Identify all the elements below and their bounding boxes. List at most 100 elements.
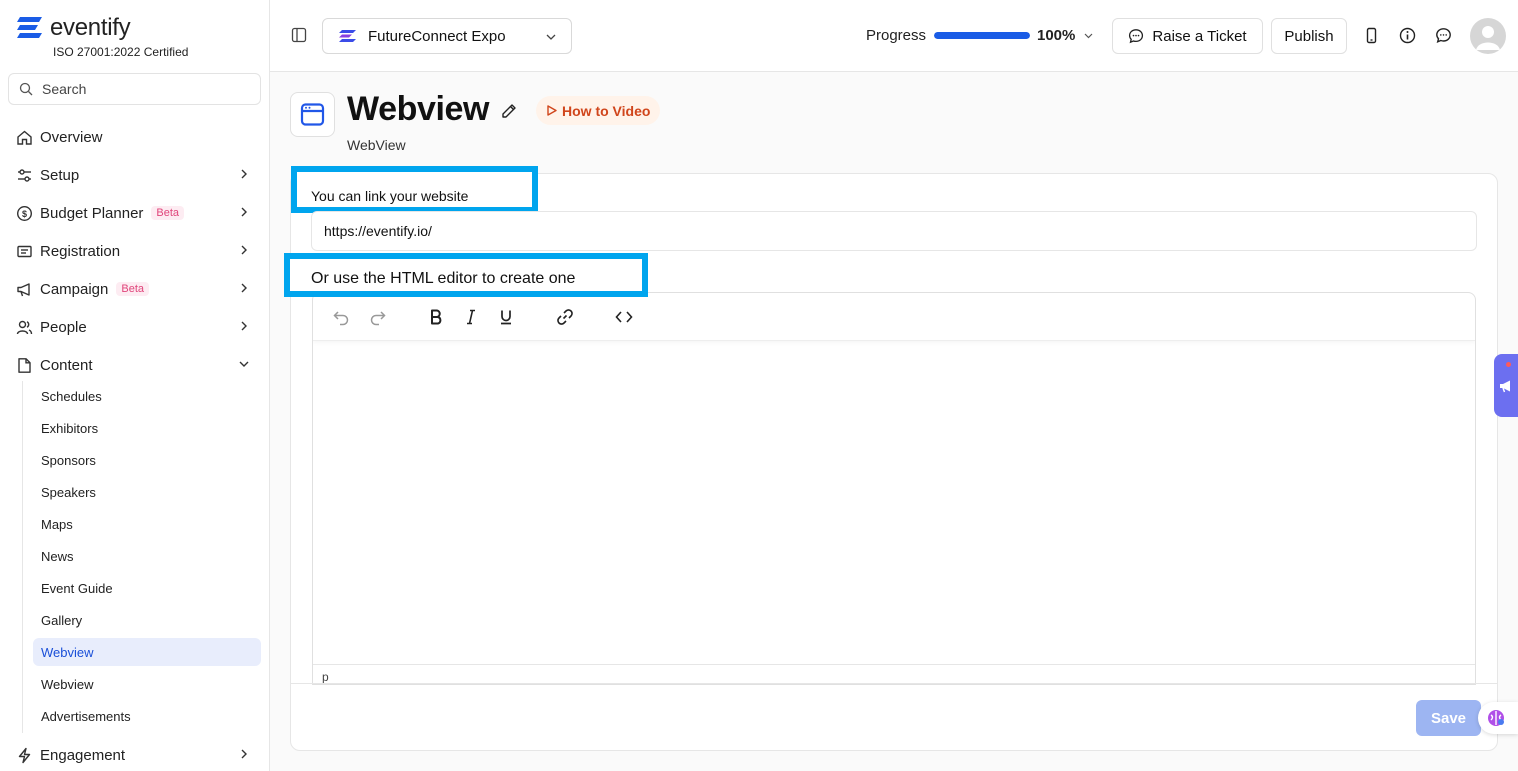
sidebar-subitem-webview[interactable]: Webview (33, 670, 261, 698)
page-subtitle: WebView (347, 137, 406, 153)
sidebar-item-campaign[interactable]: Campaign Beta (16, 273, 262, 305)
browser-window-icon (300, 103, 325, 126)
sidebar-item-label: Campaign (40, 280, 109, 298)
chevron-right-icon (241, 283, 247, 293)
sidebar-subitem-sponsors[interactable]: Sponsors (33, 446, 261, 474)
link-button[interactable] (555, 307, 575, 327)
page-title: Webview (347, 90, 490, 128)
how-to-video-button[interactable]: How to Video (536, 96, 661, 125)
search-icon (19, 82, 33, 96)
sidebar-item-label: Content (40, 356, 93, 374)
certification-text: ISO 27001:2022 Certified (53, 45, 189, 59)
italic-icon (467, 309, 475, 325)
save-button[interactable]: Save (1416, 700, 1481, 736)
top-bar: FutureConnect Expo Progress 100% Raise a… (270, 0, 1518, 72)
website-url-input[interactable] (311, 211, 1477, 251)
messages-icon[interactable] (1435, 27, 1452, 44)
beta-badge: Beta (151, 206, 185, 220)
sidebar-subitem-gallery[interactable]: Gallery (33, 606, 261, 634)
pencil-icon[interactable] (501, 103, 517, 119)
underline-button[interactable] (496, 307, 516, 327)
underline-icon (501, 310, 511, 325)
sidebar-subitem-news[interactable]: News (33, 542, 261, 570)
search-box[interactable] (8, 73, 261, 105)
registration-icon (17, 245, 32, 257)
brain-icon (1488, 710, 1504, 726)
search-input[interactable] (42, 81, 242, 97)
undo-button[interactable] (331, 307, 351, 327)
sidebar-subitem-schedules[interactable]: Schedules (33, 382, 261, 410)
sidebar-item-label: Budget Planner (40, 204, 144, 222)
how-to-video-label: How to Video (562, 102, 651, 119)
editor-status-bar: p (313, 664, 1475, 684)
progress-chevron-down-icon[interactable] (1083, 30, 1094, 41)
sidebar-item-registration[interactable]: Registration (16, 235, 262, 267)
progress-value: 100% (1037, 27, 1076, 44)
ai-assistant-button[interactable] (1478, 702, 1518, 734)
dollar-icon: $ (16, 205, 33, 221)
html-editor-label: Or use the HTML editor to create one (311, 270, 576, 287)
sidebar-item-label: Engagement (40, 746, 126, 764)
progress-bar (934, 32, 1030, 39)
sidebar-subitem-webview-active[interactable]: Webview (33, 638, 261, 666)
svg-text:$: $ (22, 209, 27, 219)
sidebar-subitem-advertisements[interactable]: Advertisements (33, 702, 261, 730)
megaphone-icon (1500, 380, 1510, 392)
publish-button[interactable]: Publish (1271, 18, 1347, 54)
bolt-icon (18, 747, 31, 763)
beta-badge: Beta (116, 282, 150, 296)
sidebar-subitem-speakers[interactable]: Speakers (33, 478, 261, 506)
sidebar-item-setup[interactable]: Setup (16, 159, 262, 191)
editor-toolbar (313, 293, 1475, 341)
chevron-down-icon (546, 34, 556, 40)
sidebar-item-engagement[interactable]: Engagement (16, 739, 262, 771)
italic-button[interactable] (461, 307, 481, 327)
raise-ticket-button[interactable]: Raise a Ticket (1112, 18, 1263, 54)
redo-button[interactable] (368, 307, 388, 327)
event-name: FutureConnect Expo (368, 27, 506, 45)
event-logo-icon (339, 30, 356, 42)
redo-icon (370, 311, 386, 326)
card-footer-divider (291, 683, 1498, 684)
people-icon (16, 320, 33, 334)
sidebar-toggle-icon[interactable] (291, 27, 307, 43)
webview-page-icon-box (290, 92, 335, 137)
bold-button[interactable] (426, 307, 446, 327)
info-icon[interactable] (1399, 27, 1416, 44)
sidebar-item-label: People (40, 318, 87, 336)
undo-icon (333, 311, 349, 326)
progress-fill (934, 32, 1030, 39)
source-code-button[interactable] (614, 307, 634, 327)
bold-icon (431, 309, 442, 325)
sidebar-subitem-event-guide[interactable]: Event Guide (33, 574, 261, 602)
notification-dot (1506, 362, 1511, 367)
mobile-preview-icon[interactable] (1363, 27, 1380, 44)
sidebar-item-budget-planner[interactable]: $ Budget Planner Beta (16, 197, 262, 229)
subnav-line (22, 381, 23, 733)
sidebar: eventify ISO 27001:2022 Certified Overvi… (0, 0, 270, 771)
play-icon (547, 105, 557, 116)
chevron-down-icon (239, 361, 249, 367)
chevron-right-icon (241, 749, 247, 759)
user-avatar[interactable] (1470, 18, 1506, 54)
event-selector[interactable]: FutureConnect Expo (322, 18, 572, 54)
sidebar-item-label: Overview (40, 128, 103, 146)
home-icon (17, 130, 32, 145)
editor-element-path: p (322, 670, 329, 684)
main-content: Webview How to Video WebView You can lin… (270, 72, 1518, 771)
brand-name: eventify (50, 14, 131, 41)
feedback-side-tab[interactable] (1494, 354, 1518, 417)
sliders-icon (18, 168, 31, 182)
eventify-logo-icon (17, 17, 42, 38)
sidebar-item-people[interactable]: People (16, 311, 262, 343)
sidebar-subitem-maps[interactable]: Maps (33, 510, 261, 538)
html-editor[interactable]: p (312, 292, 1476, 685)
sidebar-subitem-exhibitors[interactable]: Exhibitors (33, 414, 261, 442)
code-icon (615, 311, 633, 323)
chevron-right-icon (241, 169, 247, 179)
sidebar-item-overview[interactable]: Overview (16, 121, 262, 153)
brand-logo[interactable]: eventify (16, 14, 131, 42)
raise-ticket-label: Raise a Ticket (1152, 27, 1247, 45)
link-website-label: You can link your website (311, 188, 469, 204)
sidebar-item-content[interactable]: Content (16, 349, 262, 381)
